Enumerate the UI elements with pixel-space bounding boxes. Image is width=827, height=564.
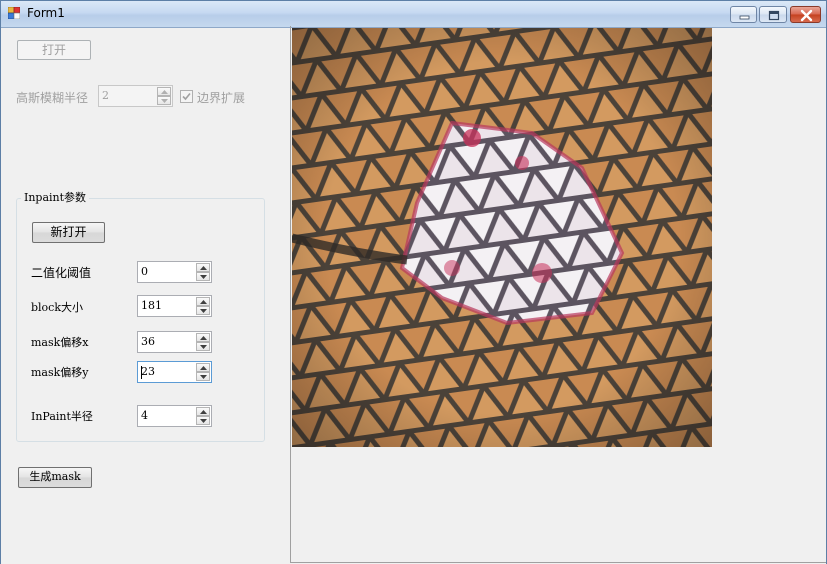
block-size-spinner[interactable] (196, 297, 210, 315)
open-button[interactable]: 打开 (17, 40, 91, 60)
inpaint-radius-spinner[interactable] (196, 407, 210, 425)
mask-offset-x-input[interactable]: 36 (137, 331, 212, 353)
spin-up-icon (200, 266, 207, 270)
inpaint-radius-value: 4 (141, 409, 148, 422)
spin-down-icon (200, 419, 207, 423)
threshold-input[interactable]: 0 (137, 261, 212, 283)
blur-radius-value: 2 (102, 89, 109, 102)
spin-up-icon (200, 336, 207, 340)
generate-mask-button[interactable]: 生成mask (18, 467, 92, 488)
spin-down-icon (200, 275, 207, 279)
spin-up-button[interactable] (196, 363, 210, 372)
spin-up-button[interactable] (196, 407, 210, 416)
spin-down-button[interactable] (157, 96, 171, 105)
mask-offset-x-spinner[interactable] (196, 333, 210, 351)
blur-radius-spinner[interactable] (157, 87, 171, 105)
block-size-label: block大小 (31, 301, 84, 314)
spin-down-icon (200, 375, 207, 379)
blur-radius-input[interactable]: 2 (98, 85, 173, 107)
spin-down-button[interactable] (196, 372, 210, 381)
mask-offset-y-value: 23 (141, 365, 155, 378)
app-icon (8, 7, 20, 19)
spin-down-button[interactable] (196, 342, 210, 351)
threshold-value: 0 (141, 265, 148, 278)
mask-offset-y-label: mask偏移y (31, 366, 89, 379)
threshold-spinner[interactable] (196, 263, 210, 281)
spin-down-button[interactable] (196, 272, 210, 281)
title-bar[interactable]: Form1 (1, 1, 826, 28)
block-size-value: 181 (141, 299, 162, 312)
block-size-input[interactable]: 181 (137, 295, 212, 317)
text-caret (141, 366, 142, 379)
border-extend-label: 边界扩展 (197, 91, 246, 105)
maximize-icon (768, 10, 780, 21)
window-title: Form1 (27, 6, 65, 20)
spin-down-button[interactable] (196, 416, 210, 425)
spin-up-button[interactable] (196, 297, 210, 306)
minimize-button[interactable] (730, 6, 757, 23)
spin-up-button[interactable] (196, 263, 210, 272)
preview-image (292, 28, 712, 447)
spin-up-icon (161, 90, 168, 94)
inpaint-radius-label: InPaint半径 (31, 410, 93, 423)
mask-offset-y-input[interactable]: 23 (137, 361, 212, 383)
minimize-icon (739, 15, 750, 20)
close-button[interactable] (790, 6, 821, 23)
triangle-mesh-photo (292, 28, 712, 447)
spin-up-button[interactable] (157, 87, 171, 96)
close-icon (800, 9, 813, 22)
spin-up-button[interactable] (196, 333, 210, 342)
threshold-label: 二值化阈值 (31, 266, 92, 280)
main-window: Form1 打开 高斯模糊半径 2 边界扩展 Inpaint参数 新打开 二值化… (0, 0, 827, 564)
spin-down-button[interactable] (196, 306, 210, 315)
spin-down-icon (200, 309, 207, 313)
mask-offset-y-spinner[interactable] (196, 363, 210, 381)
form-client-area: 打开 高斯模糊半径 2 边界扩展 Inpaint参数 新打开 二值化阈值 0 b… (1, 26, 826, 564)
maximize-button[interactable] (759, 6, 787, 23)
inpaint-group-title: Inpaint参数 (21, 189, 90, 205)
spin-down-icon (200, 345, 207, 349)
border-extend-checkbox[interactable] (180, 90, 193, 103)
spin-up-icon (200, 300, 207, 304)
mask-offset-x-value: 36 (141, 335, 155, 348)
spin-down-icon (161, 99, 168, 103)
spin-up-icon (200, 410, 207, 414)
checkmark-icon (182, 92, 191, 101)
spin-up-icon (200, 366, 207, 370)
blur-radius-label: 高斯模糊半径 (16, 91, 89, 105)
inpaint-radius-input[interactable]: 4 (137, 405, 212, 427)
reopen-button[interactable]: 新打开 (32, 222, 105, 243)
mask-offset-x-label: mask偏移x (31, 336, 89, 349)
